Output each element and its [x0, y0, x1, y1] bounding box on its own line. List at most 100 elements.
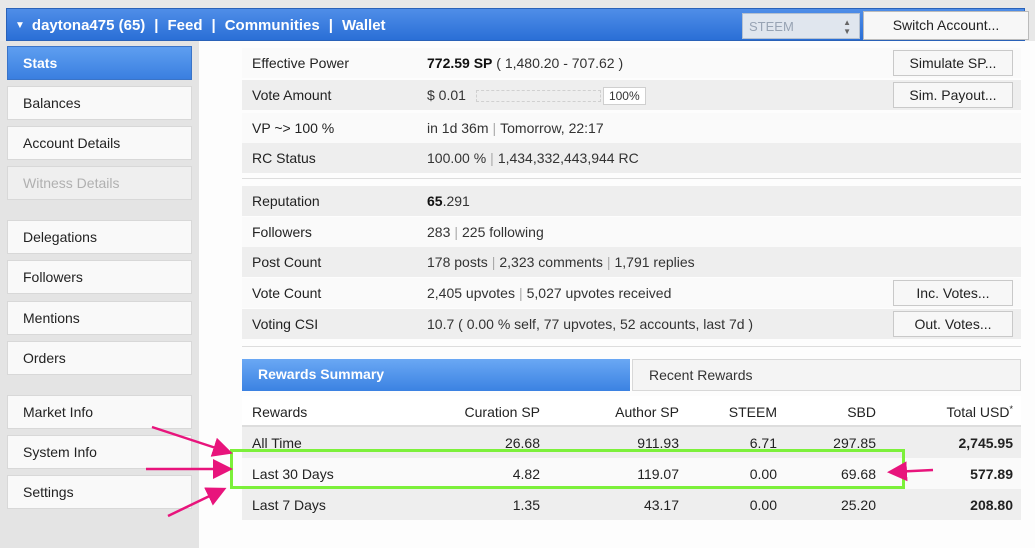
- out-votes-button[interactable]: Out. Votes...: [893, 311, 1013, 337]
- stat-value: 65.291: [427, 193, 470, 209]
- cell-curation-sp: 1.35: [512, 497, 540, 513]
- sidebar-item-balances[interactable]: Balances: [7, 86, 192, 120]
- pipe-separator: |: [454, 224, 458, 240]
- pipe-separator: |: [492, 120, 497, 136]
- total-usd-footnote-marker: *: [1009, 404, 1013, 414]
- pipe-separator: |: [490, 150, 494, 166]
- stat-row-effective-power: Effective Power 772.59 SP ( 1,480.20 - 7…: [242, 48, 1021, 78]
- cell-author-sp: 43.17: [643, 497, 679, 513]
- nav-communities[interactable]: Communities: [225, 17, 320, 34]
- sidebar-item-mentions[interactable]: Mentions: [7, 301, 192, 335]
- stat-label: Vote Amount: [252, 87, 332, 103]
- stat-label: VP ~> 100 %: [252, 120, 335, 136]
- col-header-author-sp: Author SP: [615, 404, 679, 420]
- nav-separator: |: [154, 17, 159, 34]
- vp-detail: Tomorrow, 22:17: [500, 120, 604, 136]
- reputation-frac: .291: [442, 193, 470, 209]
- cell-total-usd: 577.89: [970, 466, 1013, 482]
- top-bar: ▼ daytona475 (65) | Feed | Communities |…: [6, 8, 1029, 42]
- stat-value: 100.00 % | 1,434,332,443,944 RC: [427, 150, 639, 166]
- sidebar-item-delegations[interactable]: Delegations: [7, 220, 192, 254]
- col-header-sbd: SBD: [847, 404, 876, 420]
- sidebar-item-market-info[interactable]: Market Info: [7, 395, 192, 429]
- nav-separator: |: [328, 17, 333, 34]
- pipe-separator: |: [606, 254, 611, 270]
- effective-power-detail: ( 1,480.20 - 707.62 ): [496, 55, 624, 71]
- select-arrow-icon: ▲ ▼: [843, 18, 851, 36]
- sidebar-item-witness-details: Witness Details: [7, 166, 192, 200]
- stat-label: Reputation: [252, 193, 320, 209]
- inc-votes-button[interactable]: Inc. Votes...: [893, 280, 1013, 306]
- stat-row-followers: Followers 283 | 225 following: [242, 217, 1021, 247]
- stat-value: $ 0.01 100%: [427, 87, 646, 106]
- stat-value: in 1d 36m | Tomorrow, 22:17: [427, 120, 604, 136]
- col-header-rewards: Rewards: [252, 404, 308, 420]
- following-value: 225 following: [462, 224, 544, 240]
- sidebar-item-system-info[interactable]: System Info: [7, 435, 192, 469]
- switch-account-button[interactable]: Switch Account...: [863, 11, 1029, 40]
- upvotes-received-value: 5,027 upvotes received: [526, 285, 672, 301]
- stat-value: 283 | 225 following: [427, 224, 544, 240]
- account-menu[interactable]: daytona475 (65): [32, 17, 145, 34]
- stat-row-post-count: Post Count 178 posts | 2,323 comments | 1,79…: [242, 247, 1021, 277]
- stat-row-rc: RC Status 100.00 % | 1,434,332,443,944 RC: [242, 143, 1021, 173]
- rewards-table-header: Rewards Curation SP Author SP STEEM SBD …: [242, 396, 1021, 427]
- cell-total-usd: 2,745.95: [958, 435, 1014, 451]
- stat-row-vote-count: Vote Count 2,405 upvotes | 5,027 upvotes r…: [242, 278, 1021, 308]
- nav-separator: |: [211, 17, 216, 34]
- col-header-steem: STEEM: [728, 404, 777, 420]
- tab-recent-rewards[interactable]: Recent Rewards: [632, 359, 1021, 391]
- col-header-curation-sp: Curation SP: [464, 404, 540, 420]
- vote-weight-slider[interactable]: [475, 90, 601, 103]
- chain-select-value: STEEM: [749, 19, 794, 34]
- row-label: Last 7 Days: [252, 497, 326, 513]
- chain-select[interactable]: STEEM ▲ ▼: [742, 13, 860, 39]
- voting-csi-value: 10.7 ( 0.00 % self, 77 upvotes, 52 accou…: [427, 316, 754, 332]
- sidebar-item-followers[interactable]: Followers: [7, 260, 192, 294]
- sidebar-item-account-details[interactable]: Account Details: [7, 126, 192, 160]
- tab-rewards-summary[interactable]: Rewards Summary: [242, 359, 630, 391]
- stat-row-reputation: Reputation 65.291: [242, 186, 1021, 216]
- vote-weight-percent[interactable]: 100%: [602, 87, 646, 106]
- top-nav: ▼ daytona475 (65) | Feed | Communities |…: [15, 9, 386, 42]
- stat-value: 2,405 upvotes | 5,027 upvotes received: [427, 285, 671, 301]
- sidebar-item-stats[interactable]: Stats: [7, 46, 192, 80]
- sim-payout-button[interactable]: Sim. Payout...: [893, 82, 1013, 108]
- simulate-sp-button[interactable]: Simulate SP...: [893, 50, 1013, 76]
- stat-label: Vote Count: [252, 285, 322, 301]
- stat-label: Followers: [252, 224, 312, 240]
- comments-value: 2,323 comments: [499, 254, 603, 270]
- sidebar-item-orders[interactable]: Orders: [7, 341, 192, 375]
- nav-wallet[interactable]: Wallet: [342, 17, 386, 34]
- cell-steem: 0.00: [749, 497, 777, 513]
- table-row: Last 7 Days 1.35 43.17 0.00 25.20 208.80: [242, 489, 1021, 520]
- section-divider: [242, 178, 1021, 179]
- reputation-main: 65: [427, 193, 443, 209]
- stat-value: 772.59 SP ( 1,480.20 - 707.62 ): [427, 55, 623, 71]
- cell-total-usd: 208.80: [970, 497, 1013, 513]
- replies-value: 1,791 replies: [614, 254, 695, 270]
- pipe-separator: |: [518, 285, 523, 301]
- stat-row-voting-csi: Voting CSI 10.7 ( 0.00 % self, 77 upvote…: [242, 309, 1021, 339]
- stat-label: Post Count: [252, 254, 322, 270]
- pipe-separator: |: [491, 254, 496, 270]
- posts-value: 178 posts: [427, 254, 488, 270]
- col-header-total-usd: Total USD*: [946, 404, 1013, 420]
- rc-detail: 1,434,332,443,944 RC: [497, 150, 639, 166]
- stat-row-vote-amount: Vote Amount $ 0.01 100% Sim. Payout...: [242, 80, 1021, 110]
- upvotes-value: 2,405 upvotes: [427, 285, 515, 301]
- stat-label: RC Status: [252, 150, 316, 166]
- vp-value: in 1d 36m: [427, 120, 489, 136]
- sidebar-item-settings[interactable]: Settings: [7, 475, 192, 509]
- stat-label: Voting CSI: [252, 316, 319, 332]
- effective-power-value: 772.59 SP: [427, 55, 493, 71]
- nav-feed[interactable]: Feed: [168, 17, 203, 34]
- vote-amount-value: $ 0.01: [427, 87, 466, 103]
- followers-value: 283: [427, 224, 451, 240]
- section-divider: [242, 346, 1021, 347]
- cell-sbd: 25.20: [840, 497, 876, 513]
- caret-down-icon[interactable]: ▼: [15, 20, 25, 31]
- stat-row-vp: VP ~> 100 % in 1d 36m | Tomorrow, 22:17: [242, 113, 1021, 143]
- highlight-box: [230, 449, 905, 489]
- total-usd-label: Total USD: [946, 404, 1010, 420]
